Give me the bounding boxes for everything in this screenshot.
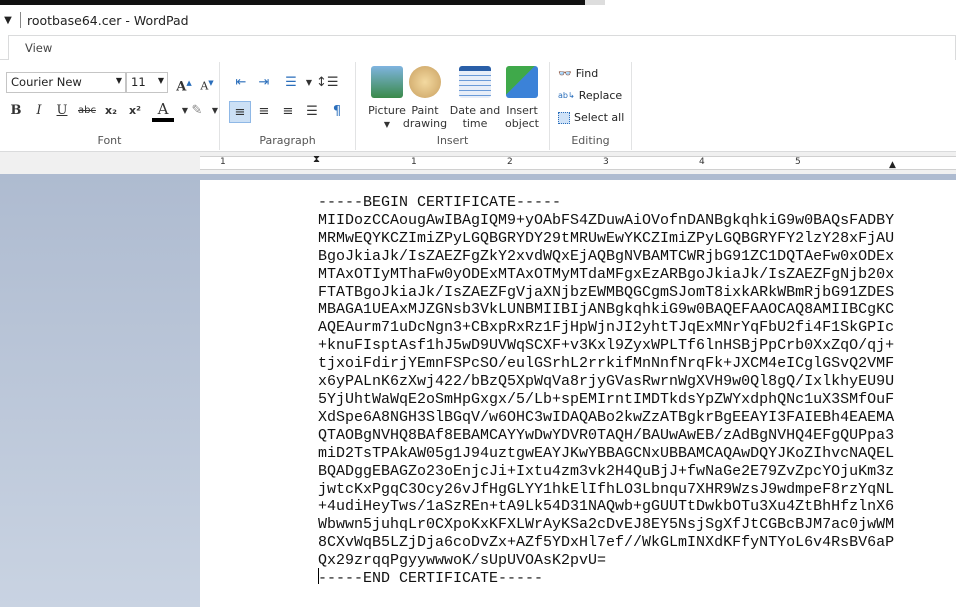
line-spacing-icon[interactable]: ↕☰ xyxy=(316,72,339,94)
italic-icon[interactable]: I xyxy=(28,100,50,122)
ruler-number: 3 xyxy=(603,157,609,167)
insert-group-label: Insert xyxy=(436,134,469,147)
font-group-label: Font xyxy=(97,134,122,147)
document-line: MRMwEQYKCZImiZPyLGQBGRYDY29tMRUwEwYKCZIm… xyxy=(318,229,895,247)
document-line: -----END CERTIFICATE----- xyxy=(318,570,544,588)
binoculars-icon: 👓 xyxy=(558,67,572,80)
tab-view[interactable]: View xyxy=(8,35,956,61)
chevron-down-icon: ▼ xyxy=(115,76,122,85)
ruler-number: 5 xyxy=(795,157,801,167)
increase-indent-icon[interactable]: ⇥ xyxy=(253,72,275,94)
document-line: jwtcKxPgqC3Ocy26vJfHgGLYY1hkElIfhLO3Lbnq… xyxy=(318,480,895,498)
replace-label: Replace xyxy=(578,89,623,102)
font-size-select[interactable]: 11 ▼ xyxy=(126,72,168,93)
document-line: Qx29zrqqPgyywwwoK/sUpUVOAsK2pvU= xyxy=(318,552,607,570)
align-center-icon[interactable]: ≡ xyxy=(253,101,275,123)
font-size-value: 11 xyxy=(131,75,146,89)
font-family-value: Courier New xyxy=(11,75,82,89)
ruler-bar: 1 1 2 3 4 5 ⧗ ▲ xyxy=(200,154,956,170)
document-line: x6yPALnK6zXwj422/bBzQ5XpWqVa8rjyGVasRwrn… xyxy=(318,373,895,391)
calendar-clock-icon xyxy=(459,66,491,98)
shrink-font-icon[interactable]: A▼ xyxy=(196,72,218,94)
paint-drawing-label: Paint drawing xyxy=(402,104,448,130)
paragraph-group: ⇤ ⇥ ☰ ▼ ↕☰ ≡ ≡ ≡ ☰ ¶ Paragraph xyxy=(220,62,356,150)
quick-access-dropdown-icon[interactable]: ▼ xyxy=(0,15,16,26)
ruler-number: 1 xyxy=(411,157,417,167)
editing-group-label: Editing xyxy=(571,134,610,147)
replace-button[interactable]: ab↳ Replace xyxy=(558,89,622,102)
ruler-number: 2 xyxy=(507,157,513,167)
chevron-down-icon: ▼ xyxy=(383,120,391,129)
grow-font-icon[interactable]: A▲ xyxy=(173,72,195,94)
indent-marker-icon[interactable]: ⧗ xyxy=(313,154,320,165)
document-line: QTAOBgNVHQ8BAf8EBAMCAYYwDwYDVR0TAQH/BAUw… xyxy=(318,426,895,444)
ruler-number: 1 xyxy=(220,157,226,167)
document-line: miD2TsTPAkAW05g1J94uztgwEAYJKwYBBAGCNxUB… xyxy=(318,444,895,462)
font-group: Courier New ▼ 11 ▼ A▲ A▼ B I U abc x₂ x² A… xyxy=(0,62,220,150)
align-right-icon[interactable]: ≡ xyxy=(277,101,299,123)
text-caret xyxy=(318,568,319,584)
decrease-indent-icon[interactable]: ⇤ xyxy=(230,72,252,94)
palette-icon xyxy=(409,66,441,98)
insert-object-button[interactable]: Insert object xyxy=(493,66,551,130)
font-family-select[interactable]: Courier New ▼ xyxy=(6,72,126,93)
document-line: +4udiHeyTws/1aSzREn+tA9Lk54D31NAQwb+gGUU… xyxy=(318,498,895,516)
font-color-icon[interactable]: A xyxy=(152,100,174,122)
subscript-icon[interactable]: x₂ xyxy=(100,100,122,122)
align-left-icon[interactable]: ≡ xyxy=(229,101,251,123)
document-line: -----BEGIN CERTIFICATE----- xyxy=(318,194,562,211)
divider xyxy=(20,12,21,28)
find-button[interactable]: 👓 Find xyxy=(558,67,598,80)
underline-icon[interactable]: U xyxy=(51,100,73,122)
document-line: XdSpe6A8NGH3SlBGqV/w6OHC3wIDAQABo2kwZzAT… xyxy=(318,408,895,426)
ribbon: Courier New ▼ 11 ▼ A▲ A▼ B I U abc x₂ x² A… xyxy=(0,60,956,152)
ruler[interactable]: 1 1 2 3 4 5 ⧗ ▲ xyxy=(0,152,956,174)
strikethrough-icon[interactable]: abc xyxy=(76,100,98,122)
select-all-icon xyxy=(558,111,570,124)
document-line: 8CXvWqB5LZjDja6coDvZx+AZf5YDxHl7ef//WkGL… xyxy=(318,534,895,552)
paragraph-group-label: Paragraph xyxy=(259,134,316,147)
document-line: Wbwwn5juhqLr0CXpoKxKFXLWrAyKSa2cDvEJ8EY5… xyxy=(318,516,895,534)
document-line: tjxoiFdirjYEmnFSPcSO/eulGSrhL2rrkifMnNnf… xyxy=(318,355,895,373)
bold-icon[interactable]: B xyxy=(5,100,27,122)
ribbon-tabs: View xyxy=(0,35,956,61)
justify-icon[interactable]: ☰ xyxy=(301,101,323,123)
find-label: Find xyxy=(575,67,599,80)
chevron-down-icon: ▼ xyxy=(157,76,164,85)
select-all-label: Select all xyxy=(574,111,625,124)
window-title: rootbase64.cer - WordPad xyxy=(27,12,189,28)
select-all-button[interactable]: Select all xyxy=(558,111,624,124)
title-bar: ▼ rootbase64.cer - WordPad xyxy=(0,5,956,35)
document-line: 5YjUhtWaWqE2oSmHpGxgx/5/Lb+spEMIrntIMDTk… xyxy=(318,390,895,408)
document-line: BQADggEBAGZo23oEnjcJi+Ixtu4zm3vk2H4QuBjJ… xyxy=(318,462,895,480)
document-line: FTATBgoJkiaJk/IsZAEZFgVjaXNjbzEWMBQGCgmS… xyxy=(318,283,895,301)
document-line: +knuFIsptAsf1hJ5wD9UVWqSCXF+v3Kxl9ZyxWPL… xyxy=(318,337,895,355)
insert-object-label: Insert object xyxy=(505,104,539,130)
paragraph-icon[interactable]: ¶ xyxy=(326,101,348,123)
document-line: MBAGA1UEAxMJZGNsb3VkLUNBMIIBIjANBgkqhkiG… xyxy=(318,301,895,319)
replace-icon: ab↳ xyxy=(558,91,575,100)
document-line: MIIDozCCAougAwIBAgIQM9+yOAbFS4ZDuwAiOVof… xyxy=(318,211,895,229)
object-icon xyxy=(506,66,538,98)
right-indent-marker-icon[interactable]: ▲ xyxy=(889,160,896,170)
document-line: AQEAurm71uDcNgn3+CBxpRxRz1FjHpWjnJI2yhtT… xyxy=(318,319,895,337)
document-text[interactable]: -----BEGIN CERTIFICATE----- MIIDozCCAougA… xyxy=(318,194,894,588)
document-line: MTAxOTIyMThaFw0yODExMTAxOTMyMTdaMFgxEzAR… xyxy=(318,265,895,283)
document-line: BgoJkiaJk/IsZAEZFgZkY2xvdWQxEjAQBgNVBAMT… xyxy=(318,247,895,265)
ruler-number: 4 xyxy=(699,157,705,167)
insert-group: Picture ▼ Paint drawing Date and time Ins… xyxy=(356,62,550,150)
superscript-icon[interactable]: x² xyxy=(124,100,146,122)
